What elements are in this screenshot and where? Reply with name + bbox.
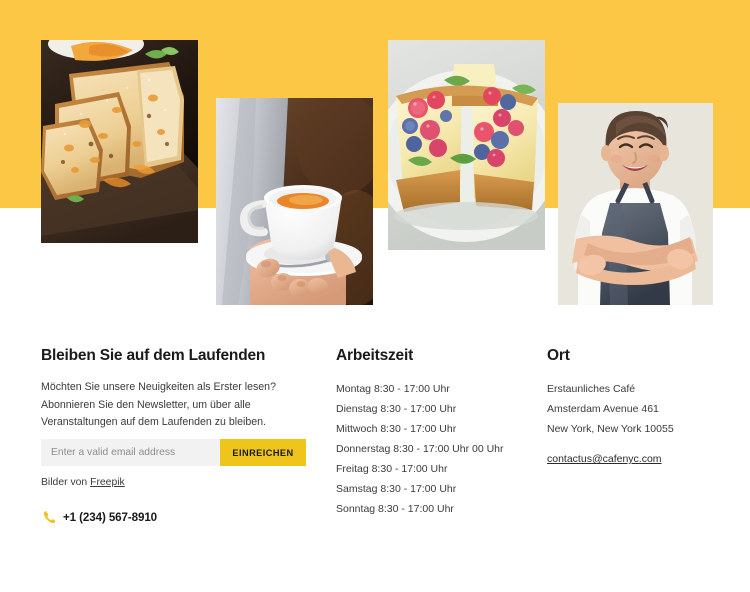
hours-column: Arbeitszeit Montag 8:30 - 17:00 Uhr Dien…: [336, 330, 536, 519]
hours-item-monday: Montag 8:30 - 17:00 Uhr: [336, 383, 450, 395]
phone-number: +1 (234) 567-8910: [63, 511, 158, 524]
contact-email-link[interactable]: contactus@cafenyc.com: [547, 453, 662, 465]
image-credit-prefix: Bilder von: [41, 477, 91, 488]
hero-gallery: [0, 0, 750, 330]
hours-item-tuesday: Dienstag 8:30 - 17:00 Uhr: [336, 403, 457, 415]
address-line-street: Amsterdam Avenue 461: [547, 403, 659, 415]
newsletter-description-line2: Abonnieren Sie den Newsletter, um über a…: [41, 398, 251, 411]
location-title: Ort: [547, 347, 570, 364]
berry-cheesecake-photo: [388, 40, 545, 250]
location-column: Ort Erstaunliches Café Amsterdam Avenue …: [547, 330, 737, 467]
newsletter-description-line3: Veranstaltungen auf dem Laufenden zu ble…: [41, 416, 266, 428]
footer-section: Bleiben Sie auf dem Laufenden Möchten Si…: [0, 330, 750, 592]
address-block: Erstaunliches Café Amsterdam Avenue 461 …: [547, 379, 737, 439]
coffee-cup-photo: [216, 98, 373, 305]
hours-item-friday: Freitag 8:30 - 17:00 Uhr: [336, 463, 448, 475]
phone-row[interactable]: +1 (234) 567-8910: [43, 511, 157, 524]
address-line-city: New York, New York 10055: [547, 423, 674, 435]
sliced-cake-loaf-photo: [41, 40, 198, 243]
newsletter-form: EINREICHEN: [41, 439, 306, 466]
newsletter-title: Bleiben Sie auf dem Laufenden: [41, 347, 266, 364]
hours-item-saturday: Samstag 8:30 - 17:00 Uhr: [336, 483, 457, 495]
baker-portrait-photo: [558, 103, 713, 305]
newsletter-description: Möchten Sie unsere Neuigkeiten als Erste…: [41, 379, 311, 432]
hours-item-thursday: Donnerstag 8:30 - 17:00 Uhr 00 Uhr: [336, 443, 504, 455]
newsletter-description-line1: Möchten Sie unsere Neuigkeiten als Erste…: [41, 381, 276, 393]
hours-item-wednesday: Mittwoch 8:30 - 17:00 Uhr: [336, 423, 457, 435]
email-input[interactable]: [41, 439, 220, 466]
address-line-name: Erstaunliches Café: [547, 383, 636, 395]
freepik-link[interactable]: Freepik: [90, 477, 125, 488]
phone-handset-icon: [43, 511, 56, 524]
submit-button[interactable]: EINREICHEN: [220, 439, 306, 466]
image-credit: Bilder von Freepik: [41, 477, 125, 488]
newsletter-column: Bleiben Sie auf dem Laufenden Möchten Si…: [41, 330, 311, 524]
hours-item-sunday: Sonntag 8:30 - 17:00 Uhr: [336, 503, 454, 515]
hours-list: Montag 8:30 - 17:00 Uhr Dienstag 8:30 - …: [336, 379, 536, 519]
hours-title: Arbeitszeit: [336, 347, 414, 364]
